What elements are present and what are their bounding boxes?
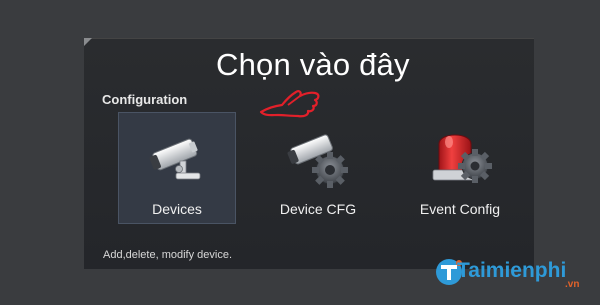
alarm-gear-icon [429,126,499,195]
panel-corner-decoration [84,38,92,46]
devices-tile[interactable]: Devices [118,112,236,224]
event-config-tile[interactable]: Event Config [401,112,519,224]
device-cfg-tile[interactable]: Device CFG [259,112,377,224]
camera-gear-icon [286,126,356,195]
camera-icon [146,127,210,196]
overlay-title: Chọn vào đây [216,47,410,82]
section-label: Configuration [102,92,188,107]
description-text: Add,delete, modify device. [103,249,233,261]
watermark-suffix: .vn [565,279,580,290]
watermark-text: Taimienphi [457,259,567,282]
device-cfg-label: Device CFG [279,201,357,217]
event-config-label: Event Config [419,201,501,217]
devices-label: Devices [152,201,202,217]
